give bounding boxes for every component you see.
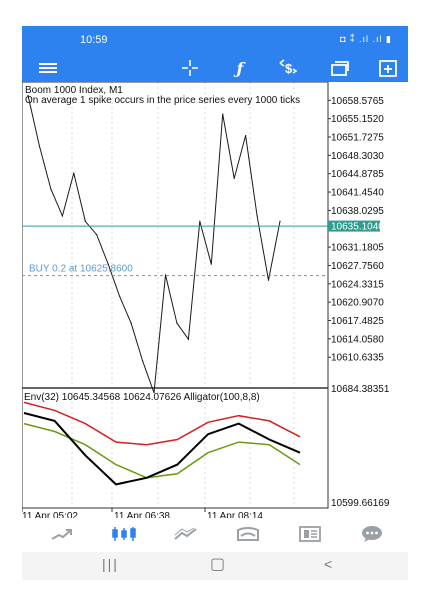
crosshair-icon[interactable] [178,56,202,80]
price-tick-label: 10610.6335 [331,353,384,364]
status-icons: ◘ ⁑ .ıl .ıl ▮ [340,34,392,44]
price-point [233,177,235,180]
price-tick-label: 10638.0295 [331,206,384,217]
price-tick-label: 10641.4540 [331,188,384,199]
bottom-nav [22,518,408,550]
back-button[interactable]: < [324,556,332,572]
indicator-label: Env(32) 10645.34568 10624.07626 Alligato… [24,392,260,403]
price-point [141,360,144,362]
price-point [245,134,247,137]
price-point [38,145,41,147]
price-point [222,113,224,115]
top-bar: 10:59 ◘ ⁑ .ıl .ıl ▮ ƒ $ [22,26,408,82]
add-chart-icon[interactable] [376,56,400,80]
price-tick-label: 10644.8785 [331,169,384,180]
price-point [130,322,132,324]
price-point [199,220,201,222]
price-point [267,279,270,281]
candles-icon[interactable] [108,518,140,550]
price-point [27,94,29,96]
price-chart[interactable]: Boom 1000 Index, M1 On average 1 spike o… [22,82,408,512]
indicator-top-tick: 10684.38351 [331,384,390,395]
price-tick-label: 10617.4825 [331,316,384,327]
news-icon[interactable] [294,518,326,550]
chart-toolbar: ƒ $ [22,54,408,82]
price-point [50,188,52,190]
trade-icon[interactable] [170,518,202,550]
function-icon[interactable]: ƒ [228,56,252,80]
price-point [73,172,75,174]
current-price-label: 10635.1040 [331,222,384,233]
windows-icon[interactable] [328,56,352,80]
price-point [279,220,281,222]
price-tick-label: 10631.1805 [331,243,384,254]
chat-icon[interactable] [356,518,388,550]
price-point [119,295,121,297]
recents-button[interactable]: ||| [102,556,119,572]
chart-subtitle: On average 1 spike occurs in the price s… [25,95,300,106]
svg-text:$: $ [285,61,293,76]
price-point [256,215,258,217]
price-tick-label: 10627.7560 [331,261,384,272]
quotes-icon[interactable] [46,518,78,550]
price-point [164,274,167,276]
home-button[interactable]: ▢ [210,554,225,574]
price-tick-label: 10655.1520 [331,114,384,125]
price-point [210,263,212,265]
price-point [96,234,98,236]
price-tick-label: 10624.3315 [331,279,384,290]
trade-dollar-icon[interactable]: $ [276,56,300,80]
history-icon[interactable] [232,518,264,550]
system-nav-bar: ||| ▢ < [22,552,408,580]
price-point [61,215,63,217]
price-point [187,338,189,340]
price-point [176,322,178,324]
buy-order-label[interactable]: BUY 0.2 at 10625.8600 [29,264,133,275]
price-tick-label: 10651.7275 [331,133,384,144]
app-window: 10:59 ◘ ⁑ .ıl .ıl ▮ ƒ $ Boom 1000 Index,… [22,26,408,580]
price-tick-label: 10658.5765 [331,96,384,107]
status-time: 10:59 [80,34,108,46]
price-tick-label: 10648.3030 [331,151,384,162]
status-bar: 10:59 ◘ ⁑ .ıl .ıl ▮ [22,26,408,54]
price-tick-label: 10620.9070 [331,298,384,309]
menu-icon[interactable] [36,56,60,80]
price-point [84,220,86,222]
indicator-bottom-tick: 10599.66169 [331,498,390,509]
price-tick-label: 10614.0580 [331,334,384,345]
